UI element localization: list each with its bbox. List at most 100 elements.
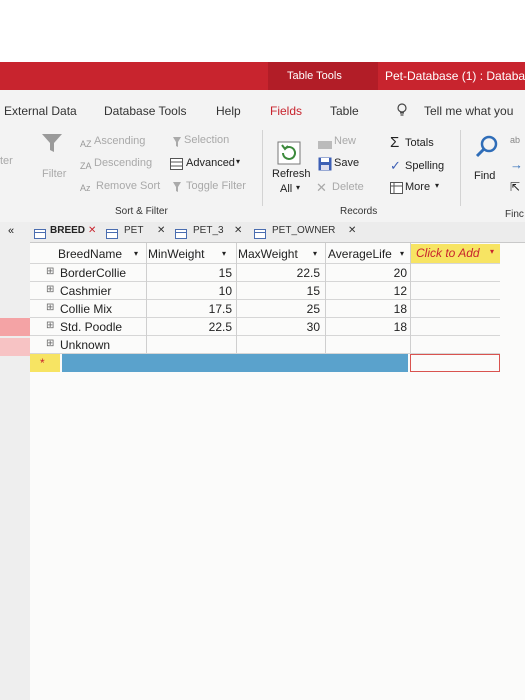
chevron-down-icon[interactable]: ▾ — [490, 247, 494, 256]
cell-averagelife[interactable]: 18 — [345, 302, 407, 316]
tab-database-tools[interactable]: Database Tools — [104, 104, 187, 118]
table-icon — [34, 226, 46, 239]
window-title: Pet-Database (1) : Database — [385, 69, 525, 83]
column-header-breedname[interactable]: BreedName — [58, 245, 122, 263]
spelling-button[interactable]: Spelling — [405, 160, 444, 172]
cell-breedname[interactable]: Cashmier — [60, 284, 111, 298]
expand-icon[interactable]: ⊞ — [46, 266, 54, 277]
column-header-maxweight[interactable]: MaxWeight — [238, 245, 298, 263]
cell-breedname[interactable]: Std. Poodle — [60, 320, 122, 334]
expand-icon[interactable]: ⊞ — [46, 338, 54, 349]
new-record-row[interactable] — [62, 354, 408, 372]
cell-breedname[interactable]: BorderCollie — [60, 266, 126, 280]
new-row-selector[interactable]: * — [30, 354, 60, 372]
close-icon[interactable]: ✕ — [348, 225, 356, 236]
totals-icon: Σ — [390, 134, 400, 151]
sort-filter-group-label: Sort & Filter — [115, 206, 168, 217]
sort-ascending-icon: AZ — [80, 136, 92, 149]
cell-breedname[interactable]: Unknown — [60, 338, 110, 352]
find-icon[interactable] — [474, 134, 500, 160]
toggle-filter-icon — [172, 180, 182, 192]
more-dropdown[interactable]: More — [405, 181, 430, 193]
cell-averagelife[interactable]: 20 — [345, 266, 407, 280]
expand-icon[interactable]: ⊞ — [46, 284, 54, 295]
find-button[interactable]: Find — [474, 170, 495, 182]
ribbon-tabs: External Data Database Tools Help Fields… — [0, 90, 525, 126]
cell-maxweight[interactable]: 30 — [260, 320, 320, 334]
refresh-all-button[interactable]: Refresh — [272, 168, 311, 180]
tell-me-search[interactable]: Tell me what you — [424, 104, 513, 118]
cell-averagelife[interactable]: 12 — [345, 284, 407, 298]
tab-help[interactable]: Help — [216, 104, 241, 118]
cell-averagelife[interactable]: 18 — [345, 320, 407, 334]
close-icon[interactable]: ✕ — [157, 225, 165, 236]
top-margin — [0, 0, 525, 62]
more-icon — [390, 181, 403, 194]
new-record-button[interactable]: New — [334, 135, 356, 147]
replace-icon[interactable]: ab — [510, 135, 520, 145]
row-divider — [30, 299, 500, 300]
close-icon[interactable]: ✕ — [88, 225, 96, 236]
filter-button[interactable]: Filter — [42, 168, 66, 180]
delete-button[interactable]: Delete — [332, 181, 364, 193]
find-group-label: Finc — [505, 209, 524, 220]
advanced-dropdown[interactable]: Advanced — [186, 157, 235, 169]
tab-pet[interactable]: PET — [124, 225, 143, 236]
nav-collapse-button[interactable]: « — [8, 225, 14, 237]
filter-icon[interactable] — [40, 132, 64, 154]
remove-sort-icon: Az — [80, 180, 92, 193]
advanced-filter-icon — [170, 157, 183, 170]
cell-minweight[interactable]: 10 — [170, 284, 232, 298]
chevron-down-icon[interactable]: ▾ — [313, 245, 317, 263]
left-group-fragment: ter — [0, 155, 13, 167]
click-to-add-label[interactable]: Click to Add — [416, 246, 480, 260]
row-divider — [30, 263, 500, 264]
totals-button[interactable]: Totals — [405, 137, 434, 149]
refresh-icon[interactable] — [277, 141, 301, 165]
records-group-label: Records — [340, 206, 378, 217]
table-icon — [175, 226, 187, 239]
selection-dropdown[interactable]: Selection — [184, 134, 229, 146]
tab-pet-owner[interactable]: PET_OWNER — [272, 225, 335, 236]
close-icon[interactable]: ✕ — [234, 225, 242, 236]
click-to-add-cell[interactable]: Click to Add ▾ — [410, 244, 500, 263]
chevron-down-icon[interactable]: ▾ — [222, 245, 226, 263]
sort-descending-icon: ZA — [80, 158, 92, 171]
save-button[interactable]: Save — [334, 157, 359, 169]
table-icon — [254, 226, 266, 239]
cell-maxweight[interactable]: 15 — [260, 284, 320, 298]
ascending-button[interactable]: Ascending — [94, 135, 145, 147]
tab-pet-3[interactable]: PET_3 — [193, 225, 224, 236]
select-icon[interactable]: ⇱ — [510, 180, 520, 194]
cell-minweight[interactable]: 15 — [170, 266, 232, 280]
delete-icon: ✕ — [316, 180, 327, 195]
chevron-down-icon[interactable]: ▾ — [400, 245, 404, 263]
row-divider — [30, 281, 500, 282]
lightbulb-icon — [396, 103, 408, 117]
svg-text:AZ: AZ — [80, 139, 92, 149]
chevron-down-icon[interactable]: ▾ — [134, 245, 138, 263]
ribbon-separator — [262, 130, 263, 206]
cell-minweight[interactable]: 22.5 — [170, 320, 232, 334]
save-icon — [318, 157, 332, 171]
toggle-filter-button[interactable]: Toggle Filter — [186, 180, 246, 192]
column-header-minweight[interactable]: MinWeight — [148, 245, 204, 263]
cell-maxweight[interactable]: 25 — [260, 302, 320, 316]
cell-minweight[interactable]: 17.5 — [170, 302, 232, 316]
expand-icon[interactable]: ⊞ — [46, 320, 54, 331]
column-header-averagelife[interactable]: AverageLife — [328, 245, 392, 263]
chevron-down-icon: ▾ — [296, 183, 301, 192]
cell-breedname[interactable]: Collie Mix — [60, 302, 112, 316]
refresh-all-label: All — [280, 183, 293, 195]
tab-breed[interactable]: BREED — [50, 225, 85, 236]
tab-fields[interactable]: Fields — [270, 104, 302, 118]
cell-maxweight[interactable]: 22.5 — [260, 266, 320, 280]
new-record-cell[interactable] — [410, 354, 500, 372]
remove-sort-button[interactable]: Remove Sort — [96, 180, 160, 192]
tab-table[interactable]: Table — [330, 104, 359, 118]
descending-button[interactable]: Descending — [94, 157, 152, 169]
svg-text:Az: Az — [80, 183, 91, 193]
tab-external-data[interactable]: External Data — [4, 104, 77, 118]
goto-icon[interactable]: → — [510, 157, 523, 172]
expand-icon[interactable]: ⊞ — [46, 302, 54, 313]
